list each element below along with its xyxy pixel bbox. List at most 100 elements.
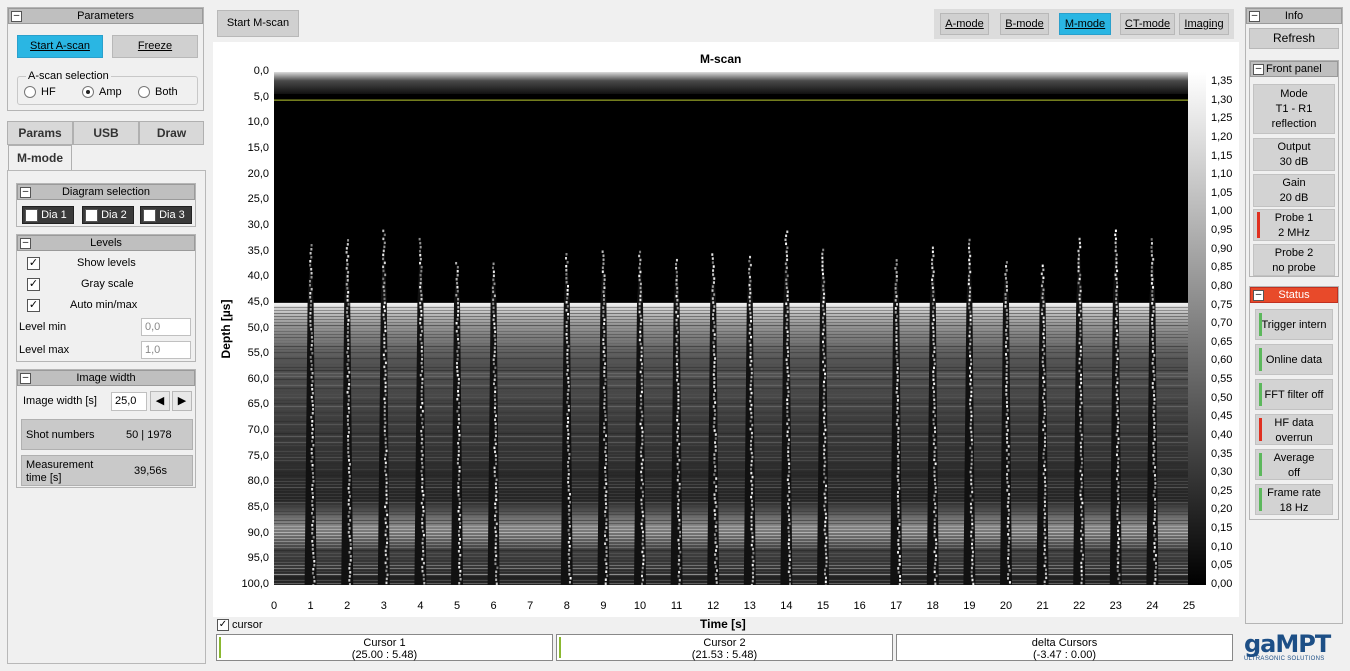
mode-ct-button[interactable]: CT-mode xyxy=(1120,13,1175,35)
collapse-icon[interactable]: – xyxy=(11,11,22,22)
echo-spike-segment xyxy=(1116,445,1119,449)
mode-b-button[interactable]: B-mode xyxy=(1000,13,1049,35)
echo-spike-segment xyxy=(641,494,644,498)
echo-spike-segment xyxy=(968,250,971,254)
echo-spike-segment xyxy=(419,289,422,293)
echo-spike-segment xyxy=(788,506,791,510)
band-stripe xyxy=(274,315,1189,318)
level-max-input[interactable]: 1,0 xyxy=(141,341,191,359)
collapse-icon[interactable]: – xyxy=(1253,290,1264,301)
dia2-checkbox[interactable]: Dia 2 xyxy=(82,206,134,224)
echo-spike-segment xyxy=(750,411,753,415)
echo-spike-segment xyxy=(789,578,792,582)
echo-spike-segment xyxy=(384,529,387,533)
dia3-checkbox[interactable]: Dia 3 xyxy=(140,206,192,224)
echo-spike-segment xyxy=(1005,285,1008,288)
collapse-icon[interactable]: – xyxy=(20,187,31,198)
gray-scale-checkbox[interactable]: ✓ xyxy=(27,278,40,291)
tab-draw[interactable]: Draw xyxy=(139,121,204,145)
echo-spike-segment xyxy=(640,402,643,406)
echo-spike-segment xyxy=(422,493,425,497)
tab-usb[interactable]: USB xyxy=(73,121,139,145)
tab-params[interactable]: Params xyxy=(7,121,73,145)
echo-spike-segment xyxy=(821,304,824,308)
refresh-button[interactable]: Refresh xyxy=(1249,28,1339,49)
checkbox-icon xyxy=(85,208,98,222)
echo-spike-segment xyxy=(825,536,828,540)
echo-spike-segment xyxy=(1042,268,1045,272)
echo-spike-segment xyxy=(896,455,899,458)
echo-spike-segment xyxy=(749,299,752,303)
echo-spike-segment xyxy=(420,265,423,269)
collapse-icon[interactable]: – xyxy=(20,373,31,384)
echo-spike-segment xyxy=(932,330,935,334)
echo-spike-segment xyxy=(750,523,753,527)
cursor-checkbox[interactable]: ✓ xyxy=(217,619,229,631)
colorbar-tick-label: 0,00 xyxy=(1211,578,1233,590)
auto-minmax-checkbox[interactable]: ✓ xyxy=(27,299,40,312)
y-tick-label: 40,0 xyxy=(247,270,269,283)
increase-button[interactable]: ▶ xyxy=(172,391,192,411)
echo-spike-segment xyxy=(1153,530,1156,533)
echo-spike-segment xyxy=(894,267,897,270)
image-width-input[interactable]: 25,0 xyxy=(111,392,147,411)
mode-m-button[interactable]: M-mode xyxy=(1059,13,1111,35)
echo-spike-segment xyxy=(641,490,644,494)
collapse-icon[interactable]: – xyxy=(1249,11,1260,22)
tab-mmode[interactable]: M-mode xyxy=(8,145,72,171)
dia1-checkbox[interactable]: ✓ Dia 1 xyxy=(22,206,74,224)
echo-spike-segment xyxy=(1080,477,1083,481)
echo-spike-segment xyxy=(712,317,715,320)
echo-spike-segment xyxy=(495,498,498,502)
echo-spike-segment xyxy=(752,567,755,571)
freeze-button[interactable]: Freeze xyxy=(112,35,198,58)
echo-spike-segment xyxy=(823,292,826,296)
show-levels-checkbox[interactable]: ✓ xyxy=(27,257,40,270)
echo-spike-segment xyxy=(1041,308,1044,312)
radio-both[interactable]: Both xyxy=(138,86,178,99)
echo-spike-segment xyxy=(679,534,682,538)
band-stripe xyxy=(274,570,1189,573)
echo-spike-segment xyxy=(1115,369,1118,373)
status-item: HF data overrun xyxy=(1255,414,1333,445)
echo-spike-segment xyxy=(822,284,825,288)
echo-spike-segment xyxy=(1006,481,1009,484)
mode-imaging-button[interactable]: Imaging xyxy=(1179,13,1229,35)
echo-spike-segment xyxy=(932,418,935,422)
echo-spike-segment xyxy=(641,442,644,446)
radio-hf[interactable]: HF xyxy=(24,86,56,99)
echo-spike-segment xyxy=(640,506,643,510)
collapse-icon[interactable]: – xyxy=(1253,64,1264,75)
start-mscan-button[interactable]: Start M-scan xyxy=(217,10,299,37)
mode-a-button[interactable]: A-mode xyxy=(940,13,989,35)
echo-spike-segment xyxy=(750,375,753,379)
echo-spike-segment xyxy=(1150,274,1153,277)
echo-spike-segment xyxy=(896,495,899,498)
echo-spike-segment xyxy=(1117,481,1120,485)
arrow-left-icon: ◀ xyxy=(155,395,165,407)
echo-spike-segment xyxy=(459,577,462,581)
band-stripe xyxy=(274,492,1189,495)
echo-spike-segment xyxy=(971,522,974,526)
echo-spike-segment xyxy=(1005,329,1008,332)
echo-spike-segment xyxy=(349,559,352,562)
echo-spike-segment xyxy=(385,481,388,485)
echo-spike-segment xyxy=(420,421,423,425)
decrease-button[interactable]: ◀ xyxy=(150,391,170,411)
band-stripe xyxy=(274,333,1189,336)
level-min-input[interactable]: 0,0 xyxy=(141,318,191,336)
echo-spike-segment xyxy=(458,501,461,505)
mscan-plot[interactable] xyxy=(274,72,1189,585)
y-tick-label: 60,0 xyxy=(247,372,269,385)
echo-spike-segment xyxy=(1151,318,1154,321)
echo-spike-segment xyxy=(1043,404,1046,408)
echo-spike-segment xyxy=(640,382,643,386)
echo-spike-segment xyxy=(1040,272,1043,276)
echo-spike-segment xyxy=(1042,472,1045,476)
radio-amp[interactable]: Amp xyxy=(82,86,122,99)
echo-spike-segment xyxy=(1005,333,1008,336)
echo-spike-segment xyxy=(1008,493,1011,496)
collapse-icon[interactable]: – xyxy=(20,238,31,249)
echo-spike-segment xyxy=(677,562,680,566)
start-ascan-button[interactable]: Start A-scan xyxy=(17,35,103,58)
